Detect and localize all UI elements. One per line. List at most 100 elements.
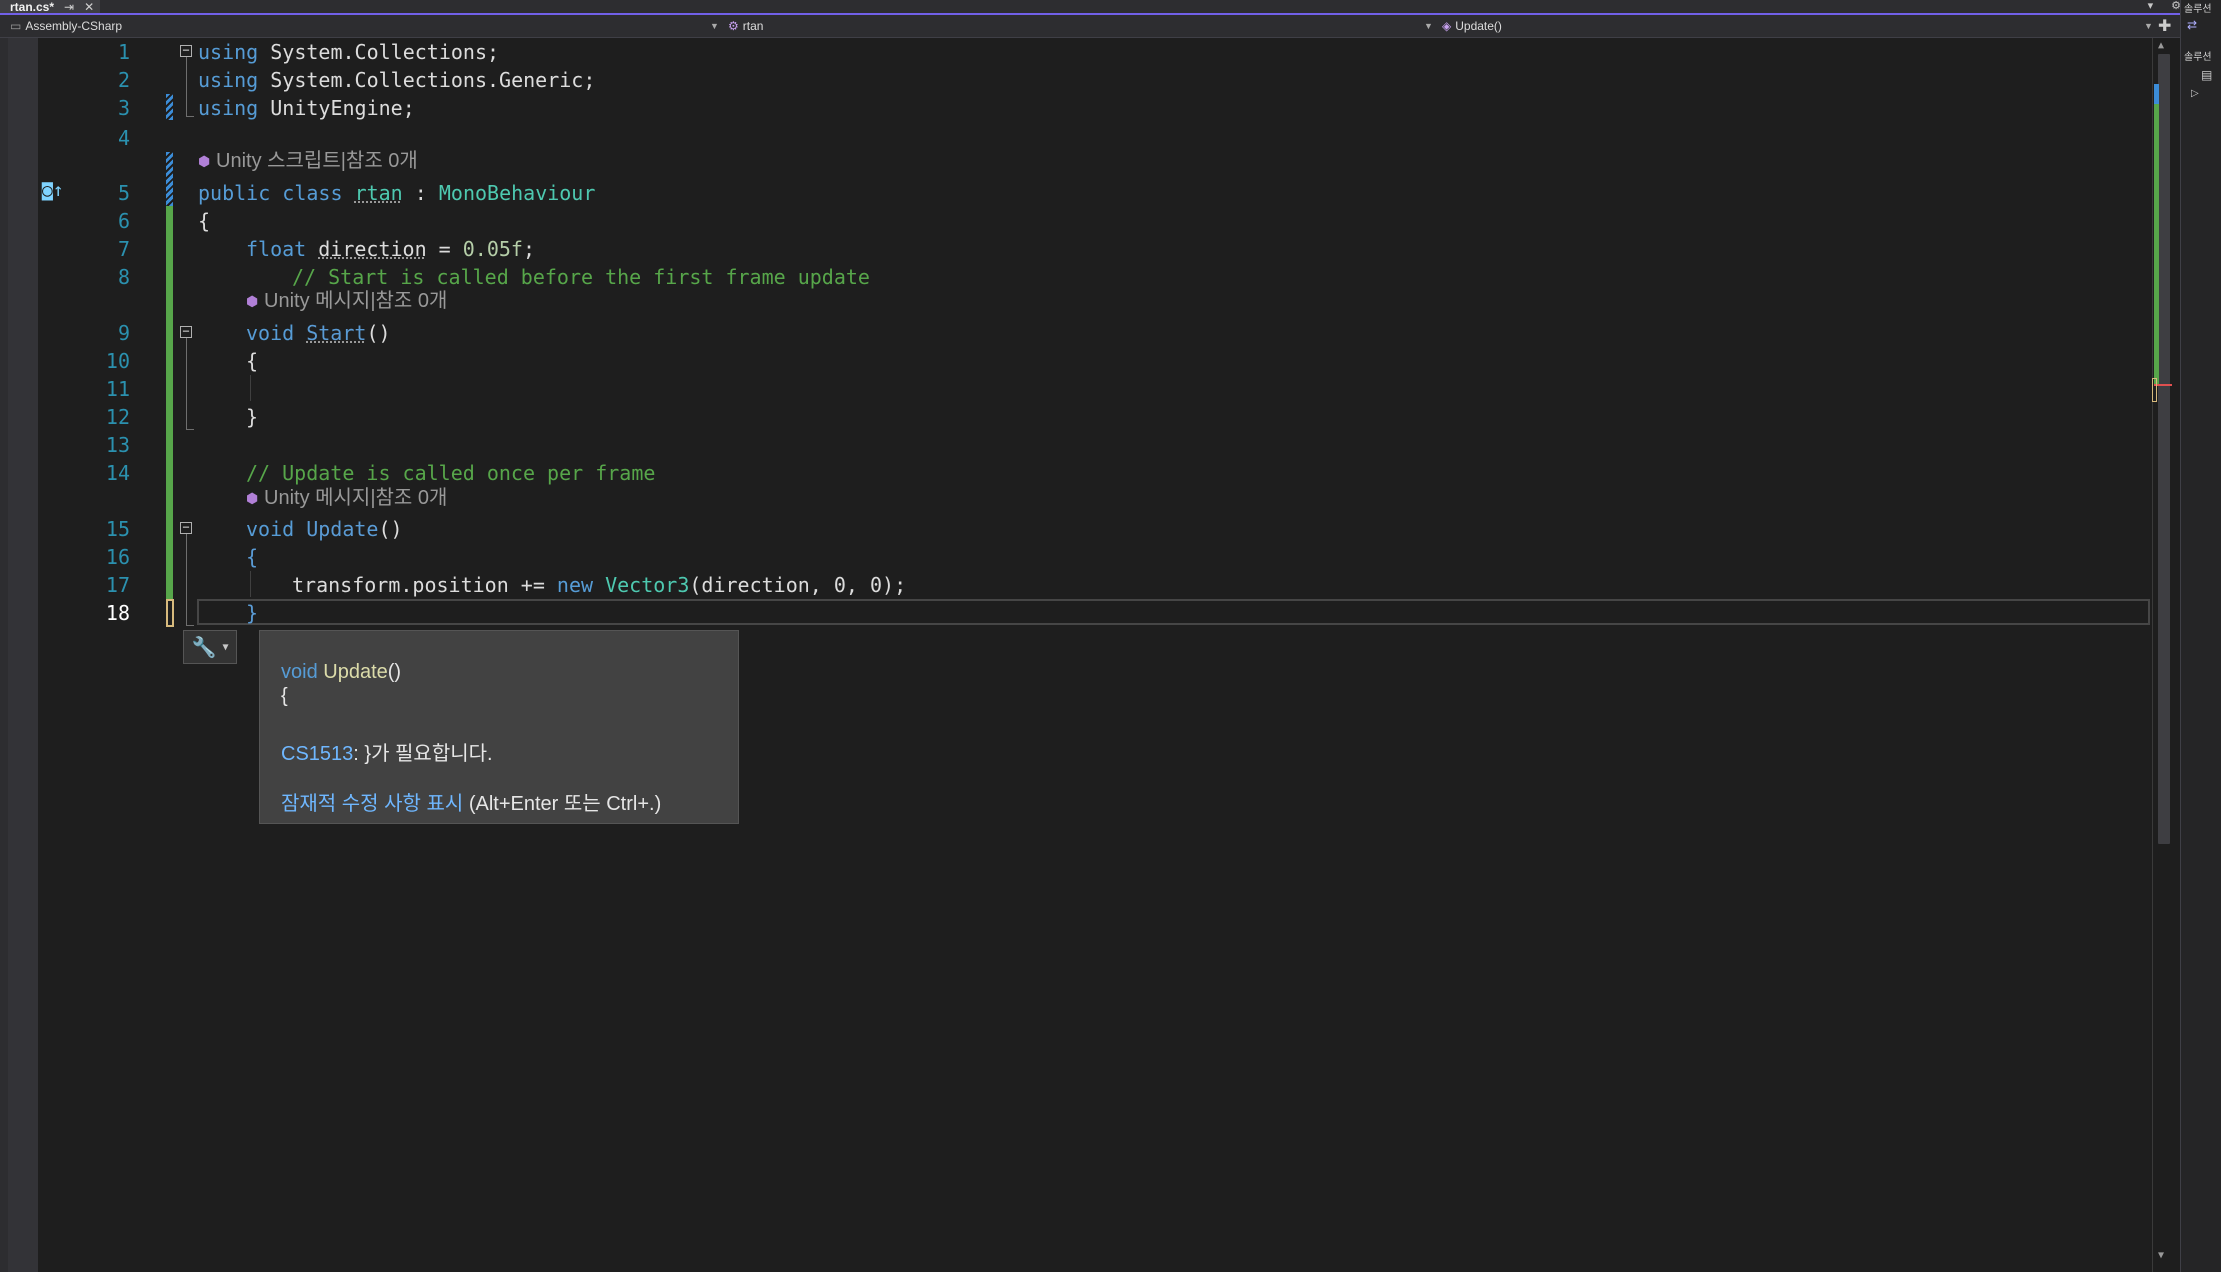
line-number: 14 — [105, 461, 130, 485]
line-number: 2 — [117, 68, 130, 92]
fold-guide-end — [186, 116, 194, 117]
code-line-1: using System.Collections; — [198, 40, 500, 64]
indent-guide — [250, 571, 251, 597]
close-icon[interactable]: ✕ — [84, 1, 94, 13]
project-icon: ▭ — [10, 19, 22, 33]
member-name: Update() — [1455, 19, 1502, 33]
show-fixes-link[interactable]: 잠재적 수정 사항 표시 — [281, 793, 463, 815]
change-bar-unsaved — [166, 599, 174, 627]
tab-strip-controls: ▾ ⚙ — [2148, 0, 2181, 12]
line-number: 12 — [105, 405, 130, 429]
left-window-rail — [0, 38, 8, 1272]
code-line-12: } — [246, 405, 259, 429]
change-bar-modified — [166, 94, 173, 120]
line-number: 13 — [105, 433, 130, 457]
class-dropdown[interactable]: ⚙ rtan ▼ — [728, 18, 1434, 34]
toolbar-icon[interactable]: ⇄ — [2187, 18, 2197, 32]
split-window-icon[interactable]: ✚ — [2158, 16, 2171, 36]
unity-icon: ⬢ — [246, 490, 259, 506]
scrollbar-caret-marker — [2152, 378, 2157, 402]
line-number: 17 — [105, 573, 130, 597]
error-tooltip: void Update() { CS1513: }가 필요합니다. 잠재적 수정… — [259, 630, 739, 824]
class-icon: ⚙ — [728, 19, 739, 33]
line-number: 4 — [117, 126, 130, 150]
document-tab-strip — [0, 0, 2221, 15]
line-number: 11 — [105, 377, 130, 401]
line-number: 15 — [105, 517, 130, 541]
unity-icon: ⬢ — [198, 153, 211, 169]
collapse-toggle-icon[interactable]: − — [180, 325, 192, 338]
chevron-down-icon: ▼ — [710, 21, 719, 31]
solution-icon[interactable]: ▤ — [2201, 68, 2212, 82]
code-line-14-comment: // Update is called once per frame — [246, 461, 656, 485]
tooltip-error: CS1513: }가 필요합니다. — [281, 743, 493, 765]
code-line-15: void Update() — [246, 517, 403, 541]
line-number: 7 — [117, 237, 130, 261]
scrollbar-modified-marker — [2154, 84, 2159, 104]
expand-arrow-icon[interactable]: ▷ — [2191, 88, 2199, 99]
code-line-2: using System.Collections.Generic; — [198, 68, 596, 92]
method-icon: ◈ — [1442, 19, 1452, 33]
fold-guide-end — [186, 625, 194, 626]
unity-icon: ⬢ — [246, 293, 259, 309]
code-line-7: float direction = 0.05f; — [246, 237, 536, 261]
panel-title: 솔루션 — [2184, 4, 2212, 15]
codelens-script[interactable]: ⬢ Unity 스크립트|참조 0개 — [198, 148, 418, 174]
tab-title: rtan.cs* — [10, 0, 55, 14]
error-code-link[interactable]: CS1513 — [281, 743, 353, 765]
class-name: rtan — [742, 19, 764, 33]
current-line-highlight — [197, 599, 2150, 625]
fold-guide — [186, 534, 187, 626]
collapse-toggle-icon[interactable]: − — [180, 521, 192, 534]
screwdriver-icon: 🔧 — [191, 635, 217, 659]
line-number: 10 — [105, 349, 130, 373]
project-dropdown[interactable]: ▭ Assembly-CSharp ▼ — [10, 18, 720, 34]
line-number: 5 — [117, 181, 130, 205]
fold-guide-end — [186, 429, 194, 430]
code-line-8-comment: // Start is called before the first fram… — [292, 265, 870, 289]
tab-list-dropdown-icon[interactable]: ▾ — [2148, 0, 2154, 12]
glyph-margin — [8, 38, 38, 1272]
quick-actions-button[interactable]: 🔧 ▼ — [183, 630, 237, 664]
collapse-toggle-icon[interactable]: − — [180, 44, 192, 57]
scrollbar-change-marker — [2154, 84, 2159, 384]
pin-icon[interactable]: ⇥ — [64, 1, 74, 13]
solution-explorer-panel: 솔루션 ⇄ 솔루션 ▤ ▷ — [2180, 0, 2221, 1272]
line-number: 9 — [117, 321, 130, 345]
code-line-6: { — [198, 209, 211, 233]
tooltip-signature: void Update() — [281, 661, 402, 683]
line-number-current: 18 — [105, 601, 130, 625]
code-line-17: transform.position += new Vector3(direct… — [292, 573, 907, 597]
chevron-down-icon: ▼ — [1424, 21, 1433, 31]
tab-rtan-cs[interactable]: rtan.cs* ⇥ ✕ — [0, 0, 101, 14]
change-bar-saved — [166, 206, 173, 599]
scroll-down-arrow-icon[interactable]: ▼ — [2158, 1250, 2164, 1261]
line-number: 8 — [117, 265, 130, 289]
codelens-update[interactable]: ⬢ Unity 메시지|참조 0개 — [246, 485, 447, 511]
change-bar-modified — [166, 152, 173, 206]
indent-guide — [250, 375, 251, 401]
navigation-bar: ▭ Assembly-CSharp ▼ ⚙ rtan ▼ ◈ Update() … — [0, 15, 2180, 38]
code-line-16: { — [246, 545, 259, 569]
line-number: 3 — [117, 96, 130, 120]
scrollbar-thumb[interactable] — [2158, 54, 2170, 844]
code-line-10: { — [246, 349, 259, 373]
chevron-down-icon: ▼ — [222, 641, 229, 653]
fold-guide — [186, 57, 187, 117]
chevron-down-icon: ▼ — [2144, 21, 2153, 31]
code-line-9: void Start() — [246, 321, 391, 345]
line-number: 6 — [117, 209, 130, 233]
scroll-up-arrow-icon[interactable]: ▲ — [2158, 40, 2164, 51]
tooltip-fix: 잠재적 수정 사항 표시 (Alt+Enter 또는 Ctrl+.) — [281, 793, 662, 815]
member-dropdown[interactable]: ◈ Update() ▼ — [1442, 18, 2154, 34]
tooltip-brace: { — [281, 685, 288, 707]
code-line-3: using UnityEngine; — [198, 96, 415, 120]
panel-section-title: 솔루션 — [2184, 52, 2212, 63]
fold-guide — [186, 338, 187, 430]
project-name: Assembly-CSharp — [25, 19, 123, 33]
line-number: 16 — [105, 545, 130, 569]
code-line-5: public class rtan : MonoBehaviour — [198, 181, 596, 205]
code-line-18: } — [246, 601, 259, 625]
codelens-start[interactable]: ⬢ Unity 메시지|참조 0개 — [246, 288, 447, 314]
line-number: 1 — [117, 40, 130, 64]
